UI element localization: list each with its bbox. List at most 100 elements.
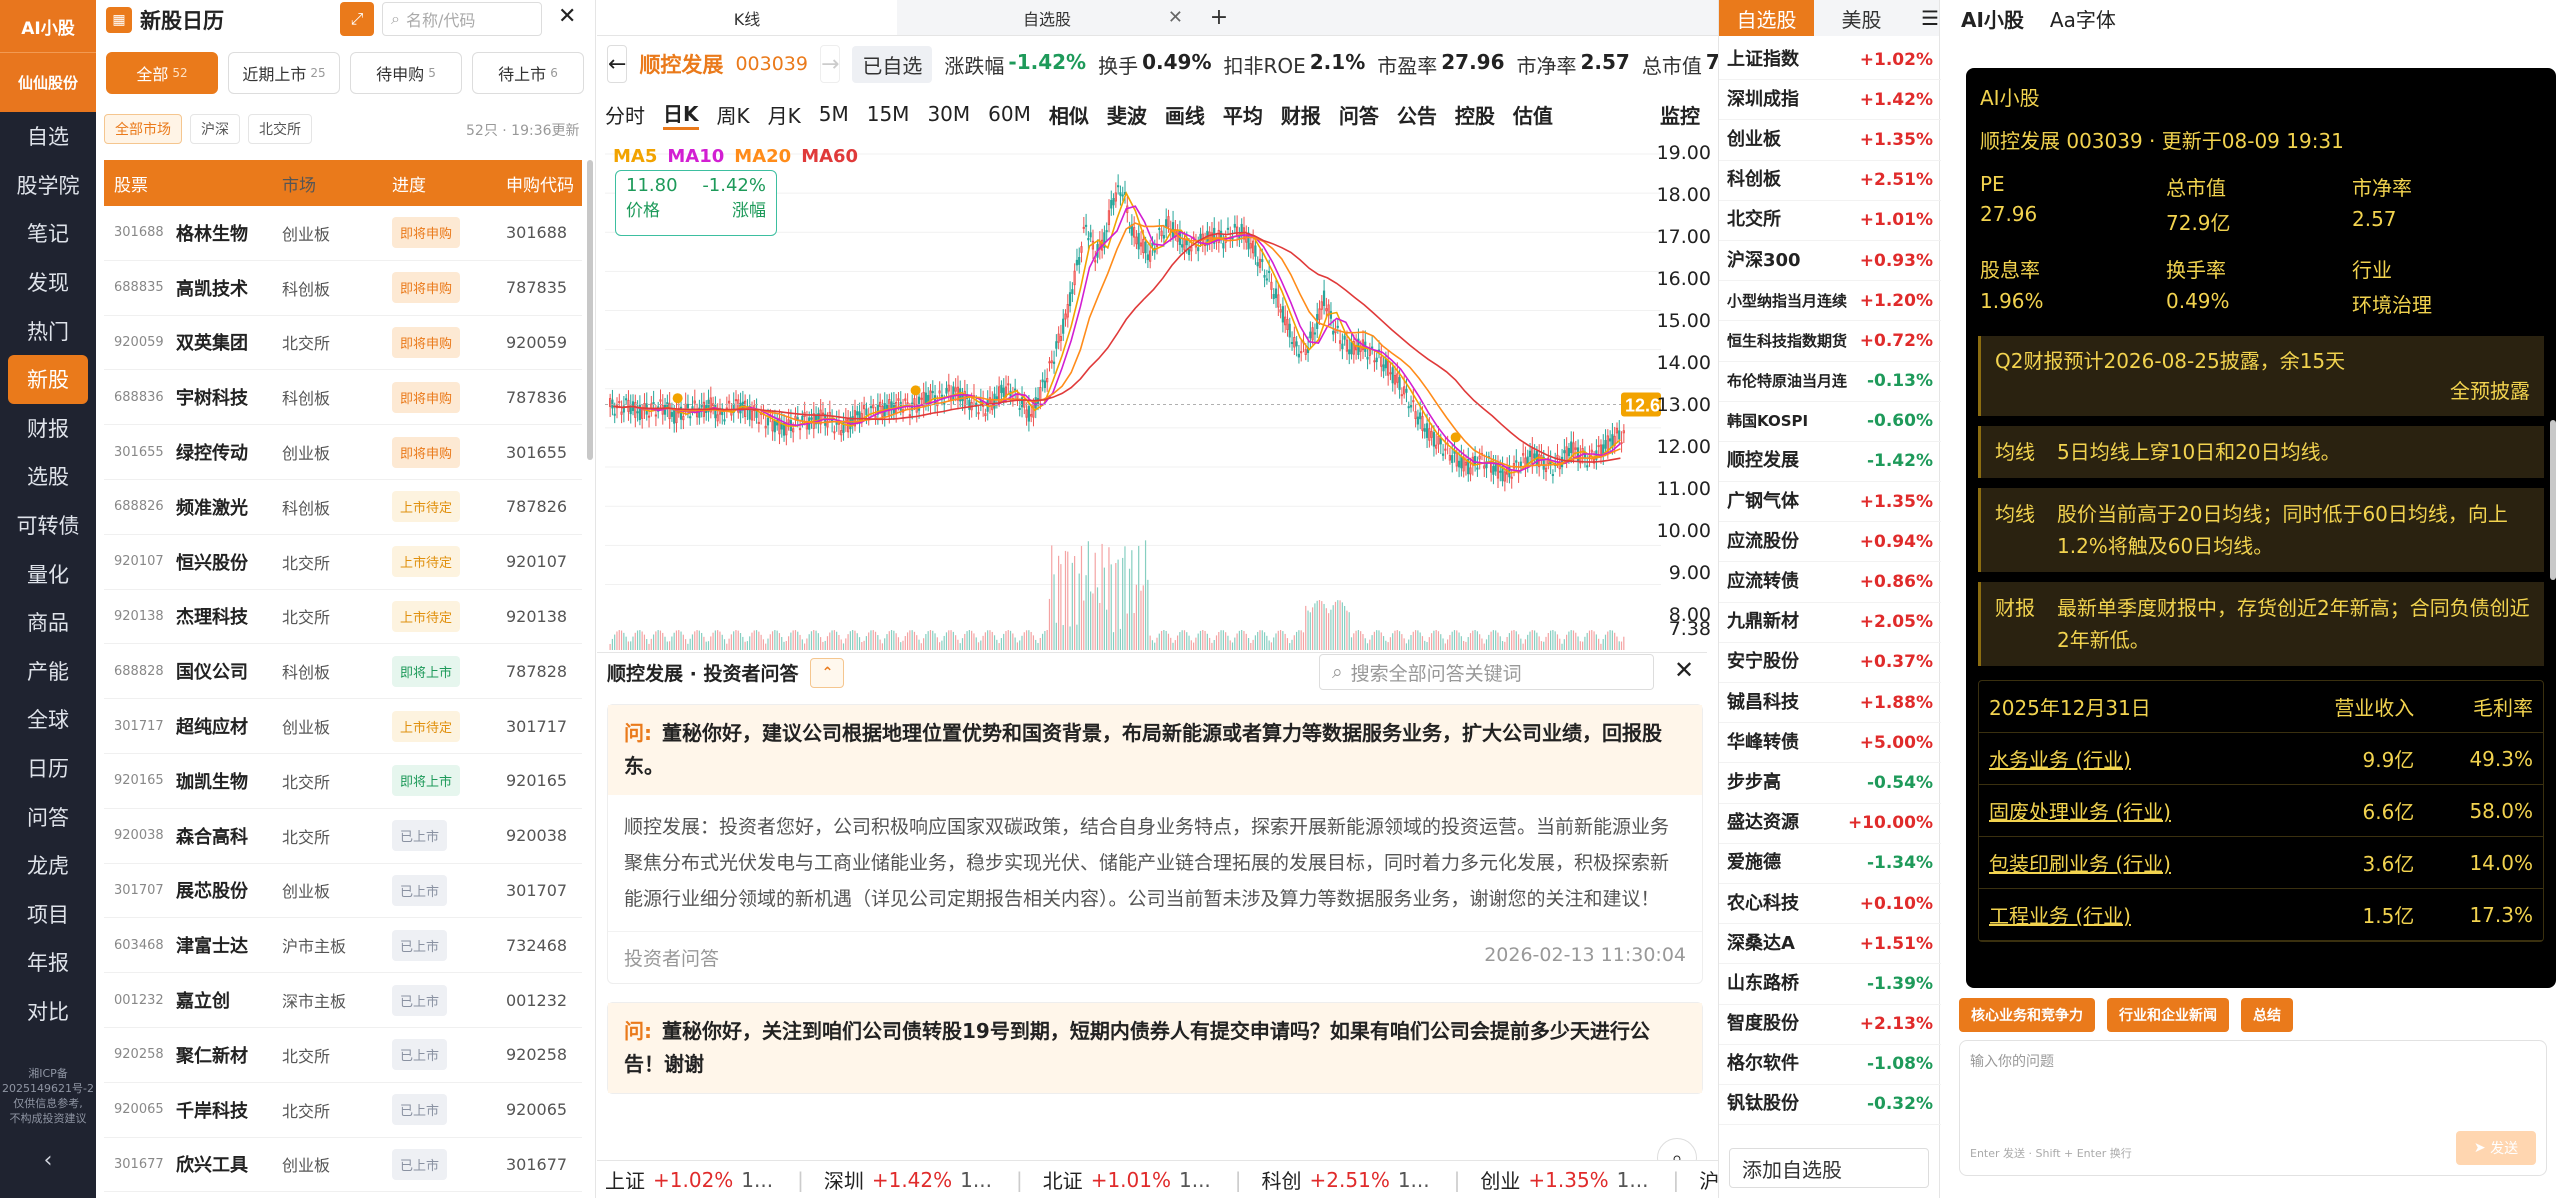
stock-name[interactable]: 珈凯生物 <box>176 768 248 794</box>
nav-item[interactable]: 商品 <box>0 598 96 647</box>
collapse-icon[interactable]: ‹ <box>0 1148 96 1173</box>
stock-name[interactable]: 绿控传动 <box>176 439 248 465</box>
stock-name[interactable]: 格林生物 <box>176 220 248 246</box>
collapse-up-icon[interactable]: ⌃ <box>810 657 845 688</box>
watch-row[interactable]: 应流股份 +0.94% <box>1719 522 1941 563</box>
chart-tool-14[interactable]: 公告 <box>1397 100 1437 129</box>
close-icon[interactable]: ✕ <box>558 4 576 29</box>
market-filter-item[interactable]: 沪深 <box>190 114 240 144</box>
favorite-button[interactable]: 已自选 <box>852 45 933 83</box>
nav-item[interactable]: 可转债 <box>0 501 96 550</box>
stock-name[interactable]: 国仪公司 <box>176 658 248 684</box>
table-row[interactable]: 301717 超纯应材 创业板 上市待定 301717 <box>104 699 582 754</box>
nav-item[interactable]: 问答 <box>0 792 96 841</box>
chart-tool-10[interactable]: 画线 <box>1165 100 1205 129</box>
watch-row[interactable]: 创业板 +1.35% <box>1719 120 1941 161</box>
table-row[interactable]: 920138 杰理科技 北交所 上市待定 920138 <box>104 590 582 645</box>
forward-arrow-icon[interactable]: → <box>819 45 841 83</box>
chart-tool-4[interactable]: 5M <box>819 102 849 126</box>
chart-tool-13[interactable]: 问答 <box>1339 100 1379 129</box>
table-row[interactable]: 688826 频准激光 科创板 上市待定 787826 <box>104 480 582 535</box>
stock-name[interactable]: 嘉立创 <box>176 987 230 1013</box>
menu-icon[interactable]: ☰ <box>1921 6 1939 30</box>
chart-tool-9[interactable]: 斐波 <box>1107 100 1147 129</box>
watch-row[interactable]: 盛达资源 +10.00% <box>1719 804 1941 844</box>
segment-name[interactable]: 固废处理业务 (行业) <box>1989 796 2286 825</box>
table-row[interactable]: 920107 恒兴股份 北交所 上市待定 920107 <box>104 535 582 590</box>
watch-row[interactable]: 深桑达A +1.51% <box>1719 924 1941 965</box>
stock-name[interactable]: 高凯技术 <box>176 275 248 301</box>
watch-row[interactable]: 应流转债 +0.86% <box>1719 562 1941 603</box>
stock-name[interactable]: 森合高科 <box>176 823 248 849</box>
table-row[interactable]: 920065 千岸科技 北交所 已上市 920065 <box>104 1083 582 1138</box>
ai-question-input[interactable]: 输入你的问题 Enter 发送 · Shift + Enter 换行 ➤ 发送 <box>1959 1040 2547 1176</box>
ipo-tab[interactable]: 待上市 6 <box>472 52 584 94</box>
add-tab-button[interactable]: + <box>1197 0 1241 35</box>
chart-tool-7[interactable]: 60M <box>988 102 1031 126</box>
close-tab-icon[interactable]: ✕ <box>1168 7 1183 28</box>
ticker-item[interactable]: 深圳 +1.42% 1... <box>824 1165 992 1194</box>
add-watchlist-input[interactable]: 添加自选股 <box>1729 1148 1929 1188</box>
ai-quick-button[interactable]: 行业和企业新闻 <box>2107 998 2229 1032</box>
watch-row[interactable]: 步步高 -0.54% <box>1719 763 1941 804</box>
ipo-tab[interactable]: 待申购 5 <box>350 52 462 94</box>
nav-item[interactable]: 项目 <box>0 890 96 939</box>
watch-row[interactable]: 沪深300 +0.93% <box>1719 241 1941 282</box>
stock-name[interactable]: 杰理科技 <box>176 603 248 629</box>
watch-row[interactable]: 顺控发展 -1.42% <box>1719 442 1941 483</box>
nav-item[interactable]: 笔记 <box>0 209 96 258</box>
table-row[interactable]: 920059 双英集团 北交所 即将申购 920059 <box>104 316 582 371</box>
watch-row[interactable]: 安宁股份 +0.37% <box>1719 643 1941 683</box>
ticker-item[interactable]: 上证 +1.02% 1... <box>605 1165 773 1194</box>
watch-row[interactable]: 广钢气体 +1.35% <box>1719 482 1941 523</box>
send-button[interactable]: ➤ 发送 <box>2456 1131 2536 1165</box>
chart-tool-16[interactable]: 估值 <box>1513 100 1553 129</box>
watch-row[interactable]: 格尔软件 -1.08% <box>1719 1045 1941 1085</box>
table-row[interactable]: 301688 格林生物 创业板 即将申购 301688 <box>104 206 582 261</box>
stock-name[interactable]: 宇树科技 <box>176 384 248 410</box>
nav-item[interactable]: 自选 <box>0 112 96 161</box>
chart-tool-11[interactable]: 平均 <box>1223 100 1263 129</box>
col-status[interactable]: 进度 <box>384 171 494 196</box>
ticker-item[interactable]: 沪深300+0.93%7 <box>1699 1165 1718 1194</box>
chart-tool-2[interactable]: 周K <box>717 100 750 129</box>
scrollbar[interactable] <box>2550 420 2556 580</box>
stock-name[interactable]: 频准激光 <box>176 494 248 520</box>
market-filter-item[interactable]: 北交所 <box>248 114 312 144</box>
watch-row[interactable]: 爱施德 -1.34% <box>1719 844 1941 884</box>
chart-tool-1[interactable]: 日K <box>663 98 699 130</box>
nav-item[interactable]: 年报 <box>0 938 96 987</box>
nav-item[interactable]: 股学院 <box>0 161 96 210</box>
segment-name[interactable]: 水务业务 (行业) <box>1989 744 2286 773</box>
nav-item[interactable]: 发现 <box>0 258 96 307</box>
chart-tool-3[interactable]: 月K <box>768 100 801 129</box>
col-market[interactable]: 市场 <box>274 171 384 196</box>
chart-tool-5[interactable]: 15M <box>867 102 910 126</box>
watch-row[interactable]: 韩国KOSPI -0.60% <box>1719 402 1941 442</box>
nav-item[interactable]: 财报 <box>0 404 96 453</box>
app-logo[interactable]: AI小股 <box>0 0 96 52</box>
col-stock[interactable]: 股票 <box>104 171 274 196</box>
chart-tool-8[interactable]: 相似 <box>1049 100 1089 129</box>
stock-name[interactable]: 双英集团 <box>176 329 248 355</box>
col-sub-code[interactable]: 申购代码 <box>494 171 582 196</box>
table-row[interactable]: 920165 珈凯生物 北交所 即将上市 920165 <box>104 754 582 809</box>
ai-quick-button[interactable]: 核心业务和竞争力 <box>1959 998 2095 1032</box>
nav-item[interactable]: 产能 <box>0 647 96 696</box>
market-filter-item[interactable]: 全部市场 <box>104 114 182 144</box>
segment-name[interactable]: 包装印刷业务 (行业) <box>1989 848 2286 877</box>
stock-name[interactable]: 顺控发展 <box>639 49 723 79</box>
font-size-button[interactable]: Aa字体 <box>2050 4 2116 33</box>
stock-name[interactable]: 千岸科技 <box>176 1097 248 1123</box>
stock-name[interactable]: 聚仁新材 <box>176 1042 248 1068</box>
table-row[interactable]: 920258 聚仁新材 北交所 已上市 920258 <box>104 1028 582 1083</box>
watch-row[interactable]: 华峰转债 +5.00% <box>1719 723 1941 764</box>
stock-name[interactable]: 欣兴工具 <box>176 1151 248 1177</box>
watch-row[interactable]: 北交所 +1.01% <box>1719 201 1941 241</box>
stock-name[interactable]: 津富士达 <box>176 932 248 958</box>
tab-kline[interactable]: K线 <box>597 0 897 35</box>
chart-tool-12[interactable]: 财报 <box>1281 100 1321 129</box>
ipo-tab[interactable]: 近期上市 25 <box>228 52 340 94</box>
ticker-item[interactable]: 创业 +1.35% 1... <box>1480 1165 1648 1194</box>
nav-item[interactable]: 热门 <box>0 306 96 355</box>
